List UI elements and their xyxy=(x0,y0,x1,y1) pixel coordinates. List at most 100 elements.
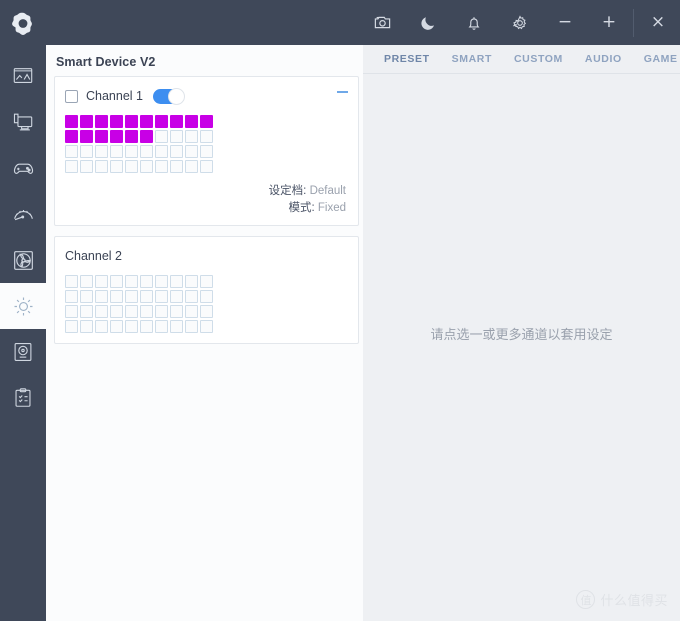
sidebar-item-games[interactable] xyxy=(0,145,46,191)
led-cell[interactable] xyxy=(125,115,138,128)
sidebar-item-dashboard[interactable] xyxy=(0,53,46,99)
led-cell[interactable] xyxy=(95,130,108,143)
led-cell[interactable] xyxy=(140,145,153,158)
tab-audio[interactable]: AUDIO xyxy=(574,45,633,74)
led-cell[interactable] xyxy=(140,320,153,333)
led-cell[interactable] xyxy=(80,320,93,333)
led-cell[interactable] xyxy=(170,115,183,128)
led-cell[interactable] xyxy=(185,275,198,288)
channel-1-led-grid[interactable] xyxy=(65,115,348,173)
notifications-icon[interactable] xyxy=(451,0,497,45)
led-cell[interactable] xyxy=(140,305,153,318)
tab-custom[interactable]: CUSTOM xyxy=(503,45,574,74)
led-cell[interactable] xyxy=(155,290,168,303)
led-cell[interactable] xyxy=(95,320,108,333)
led-cell[interactable] xyxy=(185,130,198,143)
led-cell[interactable] xyxy=(80,275,93,288)
led-cell[interactable] xyxy=(185,115,198,128)
led-cell[interactable] xyxy=(110,320,123,333)
led-cell[interactable] xyxy=(110,145,123,158)
led-cell[interactable] xyxy=(140,275,153,288)
led-cell[interactable] xyxy=(65,115,78,128)
sidebar-item-pc-monitoring[interactable] xyxy=(0,99,46,145)
led-cell[interactable] xyxy=(125,305,138,318)
led-cell[interactable] xyxy=(155,115,168,128)
led-cell[interactable] xyxy=(185,290,198,303)
led-cell[interactable] xyxy=(200,145,213,158)
led-cell[interactable] xyxy=(155,275,168,288)
led-cell[interactable] xyxy=(95,275,108,288)
led-cell[interactable] xyxy=(200,115,213,128)
led-cell[interactable] xyxy=(95,305,108,318)
led-cell[interactable] xyxy=(125,145,138,158)
tab-smart[interactable]: SMART xyxy=(441,45,503,74)
led-cell[interactable] xyxy=(110,160,123,173)
led-cell[interactable] xyxy=(65,305,78,318)
led-cell[interactable] xyxy=(200,320,213,333)
channel-card-1[interactable]: Channel 1 设定档: Default 模式: Fixed xyxy=(54,76,359,226)
led-cell[interactable] xyxy=(65,145,78,158)
led-cell[interactable] xyxy=(65,320,78,333)
led-cell[interactable] xyxy=(185,145,198,158)
sidebar-item-overview[interactable] xyxy=(0,375,46,421)
led-cell[interactable] xyxy=(170,305,183,318)
tab-game[interactable]: GAME xyxy=(633,45,680,74)
settings-icon[interactable] xyxy=(497,0,543,45)
led-cell[interactable] xyxy=(200,130,213,143)
led-cell[interactable] xyxy=(140,130,153,143)
led-cell[interactable] xyxy=(155,160,168,173)
led-cell[interactable] xyxy=(125,130,138,143)
led-cell[interactable] xyxy=(65,290,78,303)
led-cell[interactable] xyxy=(80,115,93,128)
led-cell[interactable] xyxy=(200,305,213,318)
maximize-button[interactable]: + xyxy=(587,0,631,45)
minimize-button[interactable]: − xyxy=(543,0,587,45)
nzxt-cam-logo[interactable] xyxy=(0,0,46,45)
led-cell[interactable] xyxy=(125,275,138,288)
led-cell[interactable] xyxy=(110,290,123,303)
led-cell[interactable] xyxy=(110,115,123,128)
led-cell[interactable] xyxy=(155,130,168,143)
led-cell[interactable] xyxy=(95,290,108,303)
tab-preset[interactable]: PRESET xyxy=(373,45,441,74)
led-cell[interactable] xyxy=(200,160,213,173)
sidebar-item-performance[interactable] xyxy=(0,191,46,237)
led-cell[interactable] xyxy=(155,305,168,318)
led-cell[interactable] xyxy=(95,145,108,158)
led-cell[interactable] xyxy=(200,275,213,288)
led-cell[interactable] xyxy=(140,160,153,173)
led-cell[interactable] xyxy=(140,290,153,303)
led-cell[interactable] xyxy=(170,130,183,143)
led-cell[interactable] xyxy=(80,160,93,173)
led-cell[interactable] xyxy=(170,145,183,158)
channel-2-led-grid[interactable] xyxy=(65,275,348,333)
led-cell[interactable] xyxy=(95,160,108,173)
led-cell[interactable] xyxy=(125,320,138,333)
channel-1-toggle[interactable] xyxy=(153,87,185,105)
led-cell[interactable] xyxy=(80,305,93,318)
led-cell[interactable] xyxy=(155,145,168,158)
led-cell[interactable] xyxy=(185,160,198,173)
led-cell[interactable] xyxy=(140,115,153,128)
led-cell[interactable] xyxy=(125,160,138,173)
sidebar-item-cooling[interactable] xyxy=(0,237,46,283)
led-cell[interactable] xyxy=(185,305,198,318)
channel-1-checkbox[interactable] xyxy=(65,89,78,103)
led-cell[interactable] xyxy=(155,320,168,333)
led-cell[interactable] xyxy=(125,290,138,303)
screenshot-icon[interactable] xyxy=(359,0,405,45)
led-cell[interactable] xyxy=(110,305,123,318)
led-cell[interactable] xyxy=(170,320,183,333)
led-cell[interactable] xyxy=(110,275,123,288)
led-cell[interactable] xyxy=(185,320,198,333)
sidebar-item-storage[interactable] xyxy=(0,329,46,375)
channel-card-2[interactable]: Channel 2 xyxy=(54,236,359,344)
sidebar-item-lighting[interactable] xyxy=(0,283,46,329)
led-cell[interactable] xyxy=(65,275,78,288)
led-cell[interactable] xyxy=(110,130,123,143)
led-cell[interactable] xyxy=(170,160,183,173)
close-button[interactable]: × xyxy=(636,0,680,45)
dark-mode-icon[interactable] xyxy=(405,0,451,45)
led-cell[interactable] xyxy=(80,290,93,303)
led-cell[interactable] xyxy=(65,160,78,173)
